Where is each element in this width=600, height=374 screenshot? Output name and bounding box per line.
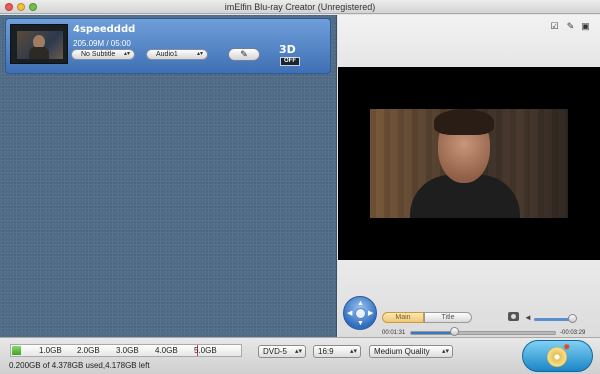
volume-slider-knob[interactable]: [568, 314, 577, 323]
window-title: imElfin Blu-ray Creator (Unregistered): [224, 2, 376, 12]
edit-icon: ✎: [240, 49, 248, 59]
preview-panel: ☑ ✎ ▣ ▲ ▼ ◀ ▶ Main Title ◄ 00:01:31 -00:…: [338, 15, 600, 337]
arrow-left-icon[interactable]: ◀: [347, 310, 352, 317]
video-thumbnail: [10, 24, 68, 64]
file-size-duration: 205.09M / 05:00: [73, 39, 131, 48]
chevron-updown-icon: ▴▾: [441, 348, 449, 355]
capacity-tick: 5.0GB: [194, 346, 217, 355]
subtitle-select-value: No Subtitle: [81, 51, 116, 58]
disc-capacity-used: [12, 346, 21, 355]
crop-icon[interactable]: ▣: [581, 22, 590, 31]
disc-type-select[interactable]: DVD-5 ▴▾: [258, 345, 306, 358]
capacity-tick: 4.0GB: [155, 346, 178, 355]
player-controls: ▲ ▼ ◀ ▶ Main Title ◄ 00:01:31 -00:03:29: [338, 260, 600, 337]
capacity-tick: 2.0GB: [77, 346, 100, 355]
file-list-panel: 4speedddd 205.09M / 05:00 No Subtitle ▴▾…: [0, 15, 337, 337]
playback-progress-fill: [411, 332, 455, 334]
edit-icon[interactable]: ✎: [566, 22, 575, 31]
flame-icon: ✹: [563, 342, 571, 352]
title-bar: imElfin Blu-ray Creator (Unregistered): [0, 0, 600, 14]
burn-button[interactable]: ✹: [522, 340, 593, 372]
remaining-time: -00:03:29: [560, 330, 586, 336]
file-name: 4speedddd: [73, 24, 136, 35]
snapshot-icon[interactable]: ☑: [550, 22, 559, 31]
disc-capacity-bar: 1.0GB 2.0GB 3.0GB 4.0GB 5.0GB: [10, 344, 242, 357]
chevron-updown-icon: ▴▾: [196, 51, 203, 57]
preview-toolbar: ☑ ✎ ▣: [338, 15, 600, 67]
menu-navigation-pad[interactable]: ▲ ▼ ◀ ▶: [343, 296, 377, 330]
3d-label: 3D: [279, 43, 296, 56]
chevron-updown-icon: ▴▾: [294, 348, 302, 355]
aspect-ratio-value: 16:9: [318, 347, 334, 356]
playback-progress-bar[interactable]: [410, 331, 556, 335]
capacity-tick: 1.0GB: [39, 346, 62, 355]
subtitle-select[interactable]: No Subtitle ▴▾: [71, 49, 135, 60]
bottom-bar: 1.0GB 2.0GB 3.0GB 4.0GB 5.0GB 0.200GB of…: [0, 337, 600, 374]
video-preview[interactable]: [338, 67, 600, 260]
file-list-item[interactable]: 4speedddd 205.09M / 05:00 No Subtitle ▴▾…: [5, 18, 331, 74]
chevron-updown-icon: ▴▾: [123, 51, 130, 57]
disc-capacity-status: 0.200GB of 4.378GB used,4.178GB left: [9, 361, 150, 370]
3d-toggle[interactable]: OFF: [280, 57, 300, 66]
speaker-icon[interactable]: ◄: [524, 314, 532, 322]
tab-main-menu[interactable]: Main: [382, 312, 424, 323]
disc-type-value: DVD-5: [263, 347, 288, 356]
arrow-right-icon[interactable]: ▶: [368, 310, 373, 317]
edit-video-button[interactable]: ✎: [228, 48, 260, 61]
arrow-down-icon[interactable]: ▼: [357, 320, 364, 327]
aspect-ratio-select[interactable]: 16:9 ▴▾: [313, 345, 361, 358]
quality-value: Medium Quality: [374, 347, 430, 356]
playback-progress-knob[interactable]: [450, 327, 459, 336]
arrow-up-icon[interactable]: ▲: [357, 300, 364, 307]
audio-select[interactable]: Audio1 ▴▾: [146, 49, 208, 60]
chevron-updown-icon: ▴▾: [349, 348, 357, 355]
ok-button[interactable]: [355, 308, 366, 319]
current-time: 00:01:31: [382, 330, 406, 336]
video-frame: [370, 109, 568, 218]
capacity-tick: 3.0GB: [116, 346, 139, 355]
tab-title-menu[interactable]: Title: [424, 312, 472, 323]
audio-select-value: Audio1: [156, 51, 178, 58]
camera-icon[interactable]: [508, 312, 519, 321]
quality-select[interactable]: Medium Quality ▴▾: [369, 345, 453, 358]
